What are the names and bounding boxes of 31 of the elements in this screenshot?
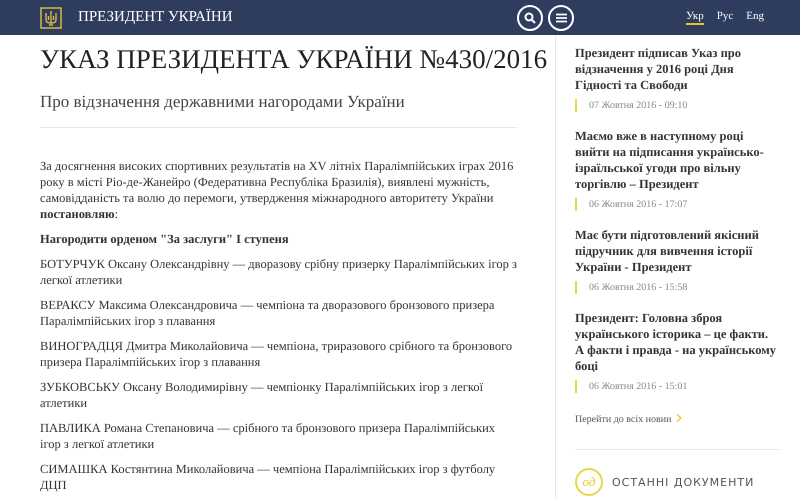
- news-date: 07 Жовтня 2016 - 09:10: [575, 99, 780, 112]
- awardee-paragraph: ПАВЛИКА Романа Степановича — срібного та бронзового призера Паралімпійських ігор з легкої атлетики: [40, 420, 496, 452]
- all-news-link[interactable]: Перейти до всіх новин: [575, 414, 672, 425]
- awardee-paragraph: БОТУРЧУК Оксану Олександрівну — дворазову срібну призерку Паралімпійських ігор з легкої атлетики: [40, 256, 517, 288]
- site-title[interactable]: ПРЕЗИДЕНТ УКРАЇНИ: [78, 9, 233, 26]
- trident-logo-icon[interactable]: [40, 6, 62, 28]
- news-date: 06 Жовтня 2016 - 15:01: [575, 380, 780, 393]
- news-title-link[interactable]: Президент: Головна зброя українського історика – це факти. А факти і правда - на українському боці: [575, 310, 780, 374]
- menu-button[interactable]: [548, 4, 574, 30]
- awardee-paragraph: ВИНОГРАДЦЯ Дмитра Миколайовича — чемпіона, триразового срібного та бронзового призера Паралімпійських ігор з плавання: [40, 338, 514, 370]
- awardee-paragraph: ВЕРАКСУ Максима Олександровича — чемпіона та дворазового бронзового призера Паралімпійських ігор з плавання: [40, 297, 496, 329]
- documents-badge: од: [575, 468, 603, 496]
- chevron-right-icon: [676, 414, 682, 422]
- awardee-paragraph: ЗУБКОВСЬКУ Оксану Володимирівну — чемпіонку Паралімпійських ігор з легкої атлетики: [40, 379, 484, 411]
- decree-title: УКАЗ ПРЕЗИДЕНТА УКРАЇНИ №430/2016: [40, 43, 548, 75]
- menu-icon: [556, 12, 567, 22]
- news-title-link[interactable]: Має бути підготовлений якісний підручник для вивчення історії України - Президент: [575, 227, 780, 275]
- award-heading: Нагородити орденом "За заслуги" I ступеня: [40, 231, 290, 247]
- search-icon: [524, 12, 536, 24]
- awardee-paragraph: СИМАШКА Костянтина Миколайовича — чемпіона Паралімпійських ігор з футболу ДЦП: [40, 461, 496, 493]
- news-title-link[interactable]: Президент підписав Указ про відзначення у 2016 році Дня Гідності та Свободи: [575, 45, 780, 93]
- decree-subtitle: Про відзначення державними нагородами України: [40, 91, 406, 113]
- search-button[interactable]: [517, 4, 544, 30]
- news-title-link[interactable]: Маємо вже в наступному році вийти на підписання українсько-ізраїльської угоди про вільну торгівлю – Президент: [575, 128, 780, 192]
- language-link[interactable]: Рус: [716, 10, 734, 25]
- documents-heading[interactable]: ОСТАННІ ДОКУМЕНТИ: [612, 476, 754, 488]
- news-date: 06 Жовтня 2016 - 17:07: [575, 198, 780, 211]
- intro-paragraph: За досягнення високих спортивних результатів на XV літніх Паралімпійських іграх 2016 року в місті Ріо-де-Жанейро (Федеративна Республіка Бразилія), виявлені мужність, самовідданість та волю до перемоги, утвердження міжнародного авторитету України постановляю:: [40, 158, 514, 222]
- language-link[interactable]: Укр: [686, 10, 704, 25]
- news-date: 06 Жовтня 2016 - 15:58: [575, 281, 780, 294]
- language-link[interactable]: Eng: [746, 10, 764, 25]
